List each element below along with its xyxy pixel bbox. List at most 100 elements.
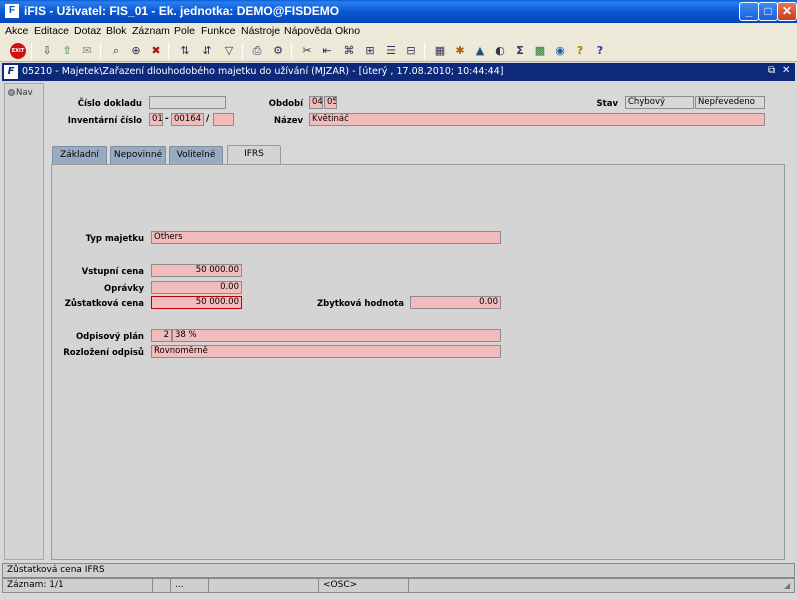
status-cell-empty-2 (209, 579, 319, 592)
query-icon[interactable]: ⌕ (108, 43, 124, 59)
form-window-title: 05210 - Majetek\Zařazení dlouhodobého ma… (22, 66, 504, 77)
cislo-dokladu-label: Číslo dokladu (77, 99, 142, 109)
resize-grip-icon[interactable]: ◢ (784, 581, 794, 591)
menu-blok[interactable]: Blok (106, 25, 126, 37)
inventarni-cislo-field-3[interactable] (213, 113, 234, 126)
nav-panel: Nav (4, 83, 44, 560)
form-icon: F (4, 65, 18, 79)
go-first-icon[interactable]: ⇤ (319, 43, 335, 59)
opravky-label: Oprávky (104, 284, 144, 294)
calculator-icon[interactable]: ▦ (432, 43, 448, 59)
exit-icon[interactable]: EXIT (10, 43, 26, 59)
vstupni-cena-label: Vstupní cena (81, 267, 144, 277)
toolbar-separator (168, 43, 169, 59)
status-cell-empty-1 (153, 579, 171, 592)
nav-label: Nav (16, 88, 33, 98)
hint-text: Zůstatková cena IFRS (7, 565, 105, 575)
mail-icon[interactable]: ✉ (79, 43, 95, 59)
insert-record-icon[interactable]: ⇧ (59, 43, 75, 59)
excel-icon[interactable]: ▩ (532, 43, 548, 59)
toolbar-separator (291, 43, 292, 59)
form-window-title-bar[interactable]: F 05210 - Majetek\Zařazení dlouhodobého … (2, 63, 795, 81)
grid-icon[interactable]: ⊞ (362, 43, 378, 59)
sort-asc-icon[interactable]: ⇅ (177, 43, 193, 59)
menu-nastroje[interactable]: Nástroje (241, 25, 280, 37)
vstupni-cena-field[interactable]: 50 000.00 (151, 264, 242, 277)
menu-editace[interactable]: Editace (34, 25, 69, 37)
menu-pole[interactable]: Pole (174, 25, 195, 37)
obdobi-field-1[interactable]: 04 (309, 96, 323, 109)
delete-record-icon[interactable]: ✖ (148, 43, 164, 59)
toolbar-separator (100, 43, 101, 59)
help-topic-icon[interactable]: ? (572, 43, 588, 59)
cislo-dokladu-field[interactable] (149, 96, 226, 109)
print-icon[interactable]: ⎙ (249, 43, 265, 59)
odpisovy-plan-code-field[interactable]: 2 (151, 329, 172, 342)
odpisovy-plan-rate-field[interactable]: 38 % (172, 329, 501, 342)
zbytkova-hodnota-field[interactable]: 0.00 (410, 296, 501, 309)
rozlozeni-odpisu-field[interactable]: Rovnoměrně (151, 345, 501, 358)
stav-label: Stav (596, 99, 618, 109)
command-icon[interactable]: ⌘ (341, 43, 357, 59)
zustatkova-cena-label: Zůstatková cena (64, 299, 144, 309)
help-icon[interactable]: ? (592, 43, 608, 59)
inventarni-cislo-field-1[interactable]: 01 (149, 113, 163, 126)
ifrs-tab-panel (51, 164, 785, 560)
menu-napoveda[interactable]: Nápověda (284, 25, 332, 37)
menu-okno[interactable]: Okno (335, 25, 360, 37)
triangle-icon[interactable]: ▲ (472, 43, 488, 59)
close-button[interactable]: ✕ (777, 2, 797, 21)
minimize-button[interactable]: _ (739, 2, 759, 21)
settings-icon[interactable]: ⚙ (270, 43, 286, 59)
menu-zaznam[interactable]: Záznam (132, 25, 170, 37)
tab-ifrs[interactable]: IFRS (227, 145, 281, 165)
menu-bar: Akce Editace Dotaz Blok Záznam Pole Funk… (0, 23, 797, 40)
typ-majetku-label: Typ majetku (85, 234, 144, 244)
stav-field-1[interactable]: Chybový (625, 96, 694, 109)
tab-volitelne[interactable]: Volitelné (169, 146, 223, 164)
nav-button[interactable]: Nav (8, 88, 33, 98)
tab-zakladni[interactable]: Základní (52, 146, 107, 164)
web-icon[interactable]: ◉ (552, 43, 568, 59)
restore-icon[interactable]: ⧉ (768, 65, 775, 76)
cut-icon[interactable]: ✂ (299, 43, 315, 59)
zustatkova-cena-field[interactable]: 50 000.00 (151, 296, 242, 309)
toolbar-separator (424, 43, 425, 59)
odpisovy-plan-label: Odpisový plán (75, 332, 144, 342)
typ-majetku-field[interactable]: Others (151, 231, 501, 244)
window-title: iFIS - Uživatel: FIS_01 - Ek. jednotka: … (24, 4, 340, 18)
stav-field-2[interactable]: Nepřevedeno (695, 96, 765, 109)
status-osc: <OSC> (319, 579, 409, 592)
app-icon: F (5, 4, 19, 18)
tab-nepovinne[interactable]: Nepovinné (110, 146, 166, 164)
status-ellipsis: ... (171, 579, 209, 592)
menu-dotaz[interactable]: Dotaz (74, 25, 101, 37)
nav-icon (8, 89, 15, 96)
form-close-icon[interactable]: ✕ (782, 65, 790, 76)
add-record-icon[interactable]: ⊕ (128, 43, 144, 59)
star-icon[interactable]: ✱ (452, 43, 468, 59)
menu-akce[interactable]: Akce (5, 25, 28, 37)
menu-funkce[interactable]: Funkce (201, 25, 235, 37)
toolbar: EXIT ⇩ ⇧ ✉ ⌕ ⊕ ✖ ⇅ ⇵ ▽ ⎙ ⚙ ✂ ⇤ ⌘ ⊞ ☰ ⊟ ▦… (0, 40, 797, 62)
maximize-button[interactable]: □ (758, 2, 778, 21)
zbytkova-hodnota-label: Zbytková hodnota (316, 299, 404, 309)
nazev-field[interactable]: Květináč (309, 113, 765, 126)
list-icon[interactable]: ☰ (383, 43, 399, 59)
sort-desc-icon[interactable]: ⇵ (199, 43, 215, 59)
sum-icon[interactable]: Σ (512, 43, 528, 59)
save-icon[interactable]: ⇩ (39, 43, 55, 59)
filter-icon[interactable]: ▽ (221, 43, 237, 59)
nazev-label: Název (273, 116, 303, 126)
obdobi-field-2[interactable]: 05 (324, 96, 337, 109)
clock-icon[interactable]: ◐ (492, 43, 508, 59)
inventarni-slash: / (206, 114, 210, 124)
opravky-field[interactable]: 0.00 (151, 281, 242, 294)
title-bar[interactable]: F iFIS - Uživatel: FIS_01 - Ek. jednotka… (0, 0, 797, 23)
record-status-bar: Záznam: 1/1 ... <OSC> (2, 578, 795, 593)
inventarni-cislo-field-2[interactable]: 00164 (171, 113, 204, 126)
collapse-icon[interactable]: ⊟ (403, 43, 419, 59)
obdobi-label: Období (268, 99, 303, 109)
inventarni-dash: - (165, 114, 169, 124)
inventarni-cislo-label: Inventární číslo (67, 116, 142, 126)
